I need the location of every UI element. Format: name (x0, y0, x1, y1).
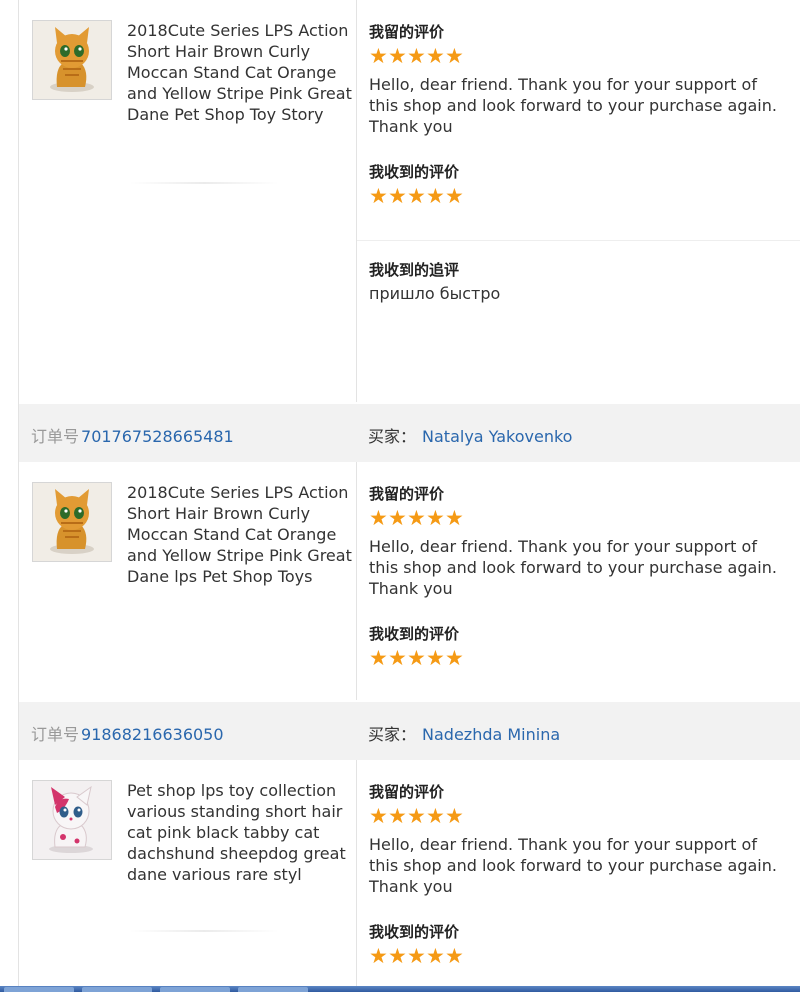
received-review-block: 我收到的评价 ★★★★★ (369, 162, 789, 208)
star-icon: ★ (388, 506, 407, 530)
product-title[interactable]: Pet shop lps toy collection various stan… (127, 780, 352, 885)
product-thumbnail[interactable] (32, 20, 112, 100)
taskbar-button[interactable] (238, 987, 308, 992)
star-icon: ★ (388, 804, 407, 828)
buyer-name-link[interactable]: Natalya Yakovenko (422, 427, 572, 446)
star-icon: ★ (407, 184, 426, 208)
review-list: 2018Cute Series LPS Action Short Hair Br… (18, 0, 800, 986)
received-review-block: 我收到的评价 ★★★★★ (369, 922, 789, 968)
star-icon: ★ (407, 944, 426, 968)
received-review-label: 我收到的评价 (369, 923, 460, 941)
star-icon: ★ (445, 646, 464, 670)
order-header: 订单号 701767528665481 买家： Natalya Yakovenko (19, 404, 800, 462)
star-icon: ★ (369, 944, 388, 968)
product-thumbnail[interactable] (32, 482, 112, 562)
taskbar-button[interactable] (82, 987, 152, 992)
star-icon: ★ (426, 646, 445, 670)
buyer-field: 买家： Nadezhda Minina (368, 721, 560, 745)
product-title[interactable]: 2018Cute Series LPS Action Short Hair Br… (127, 20, 352, 125)
star-icon: ★ (369, 804, 388, 828)
buyer-label: 买家： (368, 725, 417, 744)
received-review-label: 我收到的评价 (369, 625, 460, 643)
review-entry: Pet shop lps toy collection various stan… (19, 760, 800, 986)
star-icon: ★ (445, 184, 464, 208)
product-cell: 2018Cute Series LPS Action Short Hair Br… (19, 462, 356, 700)
product-cell: 2018Cute Series LPS Action Short Hair Br… (19, 0, 356, 402)
my-review-comment: Hello, dear friend. Thank you for your s… (369, 75, 777, 136)
taskbar-button[interactable] (160, 987, 230, 992)
review-entry: 2018Cute Series LPS Action Short Hair Br… (19, 0, 800, 402)
star-icon: ★ (445, 944, 464, 968)
review-cell: 我留的评价 ★★★★★ Hello, dear friend. Thank yo… (356, 462, 800, 700)
star-icon: ★ (388, 646, 407, 670)
star-icon: ★ (369, 646, 388, 670)
my-review-comment: Hello, dear friend. Thank you for your s… (369, 537, 777, 598)
orange-cat-toy-photo-icon (33, 21, 111, 99)
review-entry: 2018Cute Series LPS Action Short Hair Br… (19, 462, 800, 700)
received-review-block: 我收到的评价 ★★★★★ (369, 624, 789, 670)
followup-label: 我收到的追评 (369, 261, 460, 279)
buyer-label: 买家： (368, 427, 417, 446)
order-header: 订单号 91868216636050 买家： Nadezhda Minina (19, 702, 800, 760)
star-icon: ★ (426, 506, 445, 530)
pink-cat-toy-photo-icon (33, 781, 111, 859)
order-number-field: 订单号 701767528665481 (31, 423, 234, 447)
order-number-label: 订单号 (31, 725, 80, 744)
star-icon: ★ (426, 944, 445, 968)
order-number-link[interactable]: 701767528665481 (81, 427, 234, 446)
star-icon: ★ (426, 44, 445, 68)
star-icon: ★ (388, 44, 407, 68)
my-review-label: 我留的评价 (369, 783, 445, 801)
star-icon: ★ (388, 944, 407, 968)
review-cell: 我留的评价 ★★★★★ Hello, dear friend. Thank yo… (356, 760, 800, 986)
star-icon: ★ (445, 44, 464, 68)
star-icon: ★ (369, 506, 388, 530)
star-icon: ★ (369, 184, 388, 208)
my-review-block: 我留的评价 ★★★★★ Hello, dear friend. Thank yo… (369, 484, 789, 599)
received-review-label: 我收到的评价 (369, 163, 460, 181)
my-review-label: 我留的评价 (369, 23, 445, 41)
followup-comment: пришло быстро (369, 284, 501, 303)
product-thumbnail[interactable] (32, 780, 112, 860)
star-icon: ★ (407, 44, 426, 68)
product-cell: Pet shop lps toy collection various stan… (19, 760, 356, 986)
buyer-field: 买家： Natalya Yakovenko (368, 423, 572, 447)
faint-divider (129, 182, 279, 184)
my-review-block: 我留的评价 ★★★★★ Hello, dear friend. Thank yo… (369, 782, 789, 897)
my-review-block: 我留的评价 ★★★★★ Hello, dear friend. Thank yo… (369, 22, 789, 137)
review-cell: 我留的评价 ★★★★★ Hello, dear friend. Thank yo… (356, 0, 800, 402)
buyer-name-link[interactable]: Nadezhda Minina (422, 725, 560, 744)
star-icon: ★ (426, 184, 445, 208)
my-rating-stars: ★★★★★ (369, 506, 789, 530)
star-icon: ★ (407, 506, 426, 530)
received-rating-stars: ★★★★★ (369, 184, 789, 208)
orange-cat-toy-photo-icon (33, 483, 111, 561)
received-rating-stars: ★★★★★ (369, 646, 789, 670)
faint-divider (129, 930, 279, 932)
my-review-label: 我留的评价 (369, 485, 445, 503)
product-title[interactable]: 2018Cute Series LPS Action Short Hair Br… (127, 482, 352, 587)
section-divider (357, 240, 800, 241)
my-review-comment: Hello, dear friend. Thank you for your s… (369, 835, 777, 896)
star-icon: ★ (407, 804, 426, 828)
my-rating-stars: ★★★★★ (369, 804, 789, 828)
order-number-link[interactable]: 91868216636050 (81, 725, 224, 744)
star-icon: ★ (445, 506, 464, 530)
my-rating-stars: ★★★★★ (369, 44, 789, 68)
star-icon: ★ (369, 44, 388, 68)
order-number-field: 订单号 91868216636050 (31, 721, 224, 745)
order-number-label: 订单号 (31, 427, 80, 446)
received-rating-stars: ★★★★★ (369, 944, 789, 968)
star-icon: ★ (388, 184, 407, 208)
star-icon: ★ (426, 804, 445, 828)
taskbar-button[interactable] (4, 987, 74, 992)
star-icon: ★ (407, 646, 426, 670)
star-icon: ★ (445, 804, 464, 828)
followup-block: 我收到的追评 пришло быстро (369, 260, 789, 304)
